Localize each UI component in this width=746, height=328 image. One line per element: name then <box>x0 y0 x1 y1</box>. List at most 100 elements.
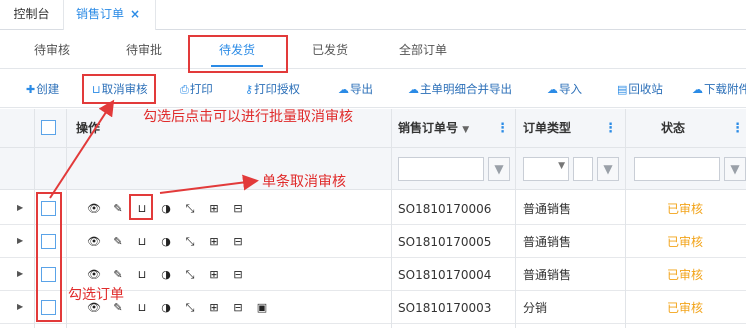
header-order-no[interactable]: 销售订单号 ▼ <box>398 109 469 148</box>
header-ops: 操作 <box>76 121 101 135</box>
grid-icon[interactable]: ⊞ <box>202 226 226 258</box>
expand-row-icon[interactable]: ▶ <box>17 203 23 212</box>
unapprove-icon[interactable]: ⊔ <box>130 226 154 258</box>
filter-row: ▼ ▼ ▼ ▼ <box>0 148 746 190</box>
table-row[interactable]: ▶ 👁 ✎ ⊔ ◑ ⤡ ⊞ ⊟ SO1810170006 普通销售 已审核 <box>0 193 746 225</box>
printer-icon: ⎙ <box>180 83 189 96</box>
tab-console[interactable]: 控制台 <box>0 0 64 30</box>
select-all-checkbox[interactable] <box>41 120 56 135</box>
edit-icon[interactable]: ✎ <box>106 193 130 225</box>
cell-order-type: 普通销售 <box>523 235 572 249</box>
table-header: 操作 销售订单号 ▼ ⋮ 订单类型 ⋮ 状态 ⋮ <box>0 109 746 148</box>
export-label: 导出 <box>350 82 373 96</box>
create-label: 创建 <box>36 82 60 96</box>
edit-icon[interactable]: ✎ <box>106 226 130 258</box>
highlight-row-checkboxes <box>36 192 62 322</box>
link-icon[interactable]: ⤡ <box>178 292 202 324</box>
header-order-no-label: 销售订单号 <box>398 121 459 135</box>
half-circle-icon[interactable]: ◑ <box>154 226 178 258</box>
cell-order-type: 普通销售 <box>523 202 572 216</box>
filter-icon[interactable]: ▼ <box>597 157 619 181</box>
filter-icon[interactable]: ▼ <box>488 157 510 181</box>
create-button[interactable]: ✚创建 <box>26 70 59 108</box>
tab-pending-review[interactable]: 待审核 <box>18 31 86 69</box>
inbox-icon[interactable]: ⊟ <box>226 259 250 291</box>
order-type-filter-clear[interactable] <box>573 157 593 181</box>
cell-order-no: SO1810170006 <box>398 202 492 216</box>
grid-icon[interactable]: ⊞ <box>202 259 226 291</box>
tab-sales-orders[interactable]: 销售订单 × <box>64 0 156 30</box>
highlight-row-unapprove <box>129 194 153 220</box>
cell-order-type: 分销 <box>523 301 548 315</box>
export-detail-button[interactable]: ☁主单明细合并导出 <box>408 70 512 108</box>
download-attachment-button[interactable]: ☁下载附件 <box>692 70 746 108</box>
print-button[interactable]: ⎙打印 <box>180 70 213 108</box>
tab-pending-approval[interactable]: 待审批 <box>110 31 178 69</box>
grid-icon[interactable]: ⊞ <box>202 193 226 225</box>
sort-desc-icon[interactable]: ▼ <box>462 125 469 135</box>
cash-icon[interactable]: ▣ <box>250 292 274 324</box>
expand-row-icon[interactable]: ▶ <box>17 269 23 278</box>
cell-order-no: SO1810170004 <box>398 268 492 282</box>
inbox-icon[interactable]: ⊟ <box>226 226 250 258</box>
header-order-type: 订单类型 <box>523 121 572 135</box>
export-detail-label: 主单明细合并导出 <box>420 82 512 96</box>
annotation-select: 勾选订单 <box>68 287 124 303</box>
column-divider <box>391 109 392 328</box>
column-divider <box>66 109 67 328</box>
column-menu-icon[interactable]: ⋮ <box>731 109 744 148</box>
cell-order-type: 普通销售 <box>523 268 572 282</box>
header-status: 状态 <box>661 121 686 135</box>
filter-icon[interactable]: ▼ <box>724 157 746 181</box>
recycle-bin-button[interactable]: ▤回收站 <box>617 70 663 108</box>
print-auth-button[interactable]: ⚷打印授权 <box>245 70 300 108</box>
table-row[interactable]: ▶ 👁 ✎ ⊔ ◑ ⤡ ⊞ ⊟ SO1810170005 普通销售 已审核 <box>0 226 746 258</box>
highlight-pending-shipment <box>188 35 288 73</box>
cloud-download-icon: ☁ <box>547 83 558 96</box>
close-icon[interactable]: × <box>130 0 140 29</box>
column-divider <box>515 109 516 328</box>
highlight-unapprove-button <box>82 74 156 104</box>
expand-row-icon[interactable]: ▶ <box>17 236 23 245</box>
link-icon[interactable]: ⤡ <box>178 193 202 225</box>
column-menu-icon[interactable]: ⋮ <box>604 109 617 148</box>
tab-shipped[interactable]: 已发货 <box>296 31 364 69</box>
row-actions: 👁 ✎ ⊔ ◑ ⤡ ⊞ ⊟ <box>82 226 250 258</box>
link-icon[interactable]: ⤡ <box>178 259 202 291</box>
expand-row-icon[interactable]: ▶ <box>17 302 23 311</box>
status-tab-bar: 待审核 待审批 待发货 已发货 全部订单 <box>0 31 746 69</box>
inbox-icon[interactable]: ⊟ <box>226 292 250 324</box>
half-circle-icon[interactable]: ◑ <box>154 292 178 324</box>
order-type-filter-select[interactable]: ▼ <box>523 157 569 181</box>
half-circle-icon[interactable]: ◑ <box>154 259 178 291</box>
view-icon[interactable]: 👁 <box>82 193 106 225</box>
annotation-single: 单条取消审核 <box>262 174 346 190</box>
plus-icon: ✚ <box>26 83 36 96</box>
half-circle-icon[interactable]: ◑ <box>154 193 178 225</box>
export-button[interactable]: ☁导出 <box>338 70 373 108</box>
tab-all-orders[interactable]: 全部订单 <box>385 31 461 69</box>
status-badge: 已审核 <box>667 202 704 216</box>
chevron-down-icon: ▼ <box>558 161 565 171</box>
grid-icon[interactable]: ⊞ <box>202 292 226 324</box>
cloud-upload-icon: ☁ <box>408 83 419 96</box>
unapprove-icon[interactable]: ⊔ <box>130 259 154 291</box>
column-menu-icon[interactable]: ⋮ <box>496 109 509 148</box>
cloud-upload-icon: ☁ <box>338 83 349 96</box>
row-actions: 👁 ✎ ⊔ ◑ ⤡ ⊞ ⊟ <box>82 193 250 225</box>
print-label: 打印 <box>189 82 213 96</box>
status-filter-input[interactable] <box>634 157 720 181</box>
recycle-label: 回收站 <box>628 82 663 96</box>
link-icon[interactable]: ⤡ <box>178 226 202 258</box>
order-no-filter-input[interactable] <box>398 157 484 181</box>
status-badge: 已审核 <box>667 301 704 315</box>
cell-order-no: SO1810170005 <box>398 235 492 249</box>
recycle-bin-icon: ▤ <box>617 83 628 96</box>
column-divider <box>625 109 626 328</box>
import-button[interactable]: ☁导入 <box>547 70 582 108</box>
view-icon[interactable]: 👁 <box>82 226 106 258</box>
print-auth-label: 打印授权 <box>254 82 301 96</box>
status-badge: 已审核 <box>667 235 704 249</box>
unapprove-icon[interactable]: ⊔ <box>130 292 154 324</box>
inbox-icon[interactable]: ⊟ <box>226 193 250 225</box>
